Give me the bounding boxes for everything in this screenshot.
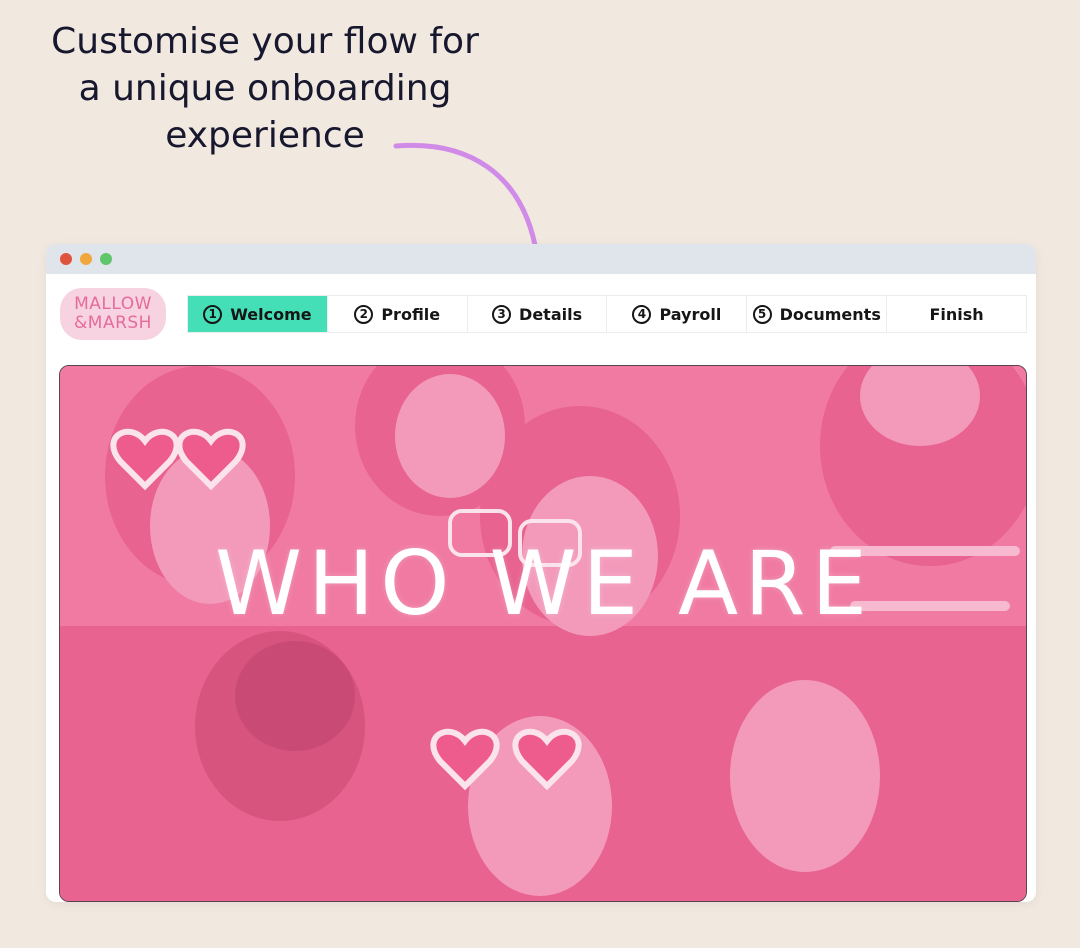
tab-label: Documents	[779, 304, 881, 324]
hero-banner: WHO WE ARE	[59, 365, 1027, 902]
logo-line-2: &MARSH	[74, 313, 152, 333]
close-dot-icon[interactable]	[60, 253, 72, 265]
step-number-icon: 1	[203, 304, 223, 324]
tab-label: Welcome	[230, 304, 312, 324]
step-number-icon: 2	[354, 304, 374, 324]
headline-line-1: Customise your flow for	[51, 21, 479, 62]
headline: Customise your flow for a unique onboard…	[0, 18, 530, 159]
step-number-icon: 5	[752, 304, 772, 324]
tab-payroll[interactable]: 4 Payroll	[607, 296, 748, 332]
browser-window: MALLOW &MARSH 1 Welcome 2 Profile 3 Deta…	[46, 244, 1036, 902]
step-number-icon: 3	[492, 304, 512, 324]
onboarding-steps: 1 Welcome 2 Profile 3 Details 4 Payroll …	[187, 295, 1027, 333]
tab-profile[interactable]: 2 Profile	[328, 296, 468, 332]
tab-documents[interactable]: 5 Documents	[747, 296, 888, 332]
maximize-dot-icon[interactable]	[100, 253, 112, 265]
tab-label: Finish	[929, 304, 984, 324]
browser-titlebar	[46, 244, 1036, 274]
tab-welcome[interactable]: 1 Welcome	[188, 296, 328, 332]
headline-line-3: experience	[165, 115, 365, 156]
tab-label: Profile	[381, 304, 441, 324]
headline-line-2: a unique onboarding	[78, 68, 452, 109]
tab-details[interactable]: 3 Details	[468, 296, 608, 332]
tab-label: Details	[519, 304, 583, 324]
tab-label: Payroll	[659, 304, 722, 324]
company-logo: MALLOW &MARSH	[60, 288, 166, 340]
tab-finish[interactable]: Finish	[887, 296, 1026, 332]
hero-title: WHO WE ARE	[215, 532, 873, 635]
logo-line-1: MALLOW	[74, 294, 152, 314]
step-number-icon: 4	[632, 304, 652, 324]
minimize-dot-icon[interactable]	[80, 253, 92, 265]
